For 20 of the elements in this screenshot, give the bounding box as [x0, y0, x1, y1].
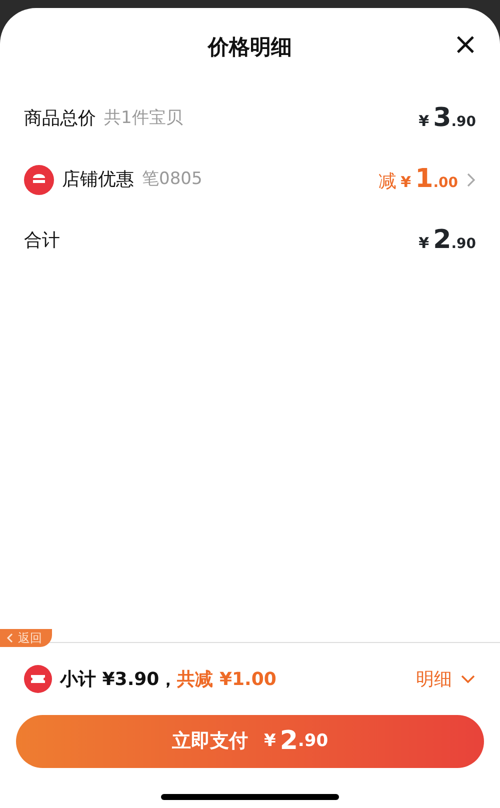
row-label: 店铺优惠 [62, 168, 134, 192]
pay-now-button[interactable]: 立即支付 ¥2.90 [16, 715, 484, 768]
row-note: 笔0805 [142, 168, 202, 191]
coupon-icon [24, 665, 52, 693]
price-amount: 减 ¥1.00 [378, 163, 458, 196]
discount-total-text: 共减 ¥1.00 [177, 668, 276, 692]
chevron-right-icon[interactable] [466, 172, 476, 188]
shop-icon [24, 164, 54, 194]
chevron-down-icon [460, 674, 476, 684]
row-label: 合计 [24, 229, 60, 253]
sheet-title: 价格明细 [208, 34, 292, 61]
back-chevron-icon [6, 633, 14, 643]
subtotal-text: 小计 ¥3.90， [60, 668, 178, 692]
row-note: 共1件宝贝 [104, 106, 183, 130]
back-tab[interactable]: 返回 [0, 629, 52, 647]
details-toggle[interactable]: 明细 [416, 666, 476, 692]
row-label: 商品总价 [24, 107, 96, 131]
close-button[interactable]: × [452, 30, 478, 60]
price-amount: ¥2.90 [418, 224, 476, 257]
price-amount: ¥3.90 [418, 102, 476, 135]
